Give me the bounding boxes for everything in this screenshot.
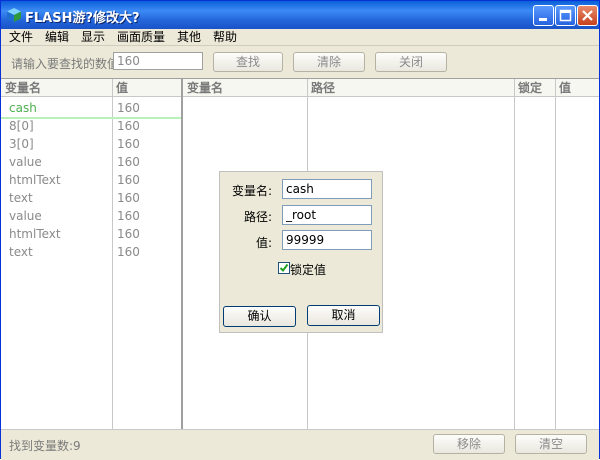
header-value[interactable]: 值 xyxy=(112,79,181,97)
row-value: 160 xyxy=(117,119,140,133)
row-value: 160 xyxy=(117,101,140,115)
cancel-button[interactable]: 取消 xyxy=(307,305,380,326)
row-name: htmlText xyxy=(9,227,61,241)
search-input[interactable] xyxy=(113,52,203,70)
clear-search-button[interactable]: 清除 xyxy=(293,52,365,72)
row-name: cash xyxy=(9,101,37,115)
search-label: 请输入要查找的数值 xyxy=(11,57,120,71)
main-window: FLASH游?修改大? 文件 编辑 显示 画面质量 其他 帮助 请输入要查找的数… xyxy=(0,0,600,460)
path-label: 路径: xyxy=(243,210,272,224)
column-divider xyxy=(514,79,515,429)
menu-file[interactable]: 文件 xyxy=(9,29,33,45)
table-row[interactable]: cash 160 xyxy=(1,99,181,119)
header-lock[interactable]: 锁定 xyxy=(514,79,555,97)
minimize-button[interactable] xyxy=(533,5,554,26)
title-bar[interactable]: FLASH游?修改大? xyxy=(1,1,599,29)
find-button[interactable]: 查找 xyxy=(213,52,283,72)
table-row[interactable]: htmlText 160 xyxy=(1,171,181,189)
close-icon xyxy=(582,10,593,21)
value-label: 值: xyxy=(255,236,272,250)
table-row[interactable]: htmlText 160 xyxy=(1,225,181,243)
table-row[interactable]: 3[0] 160 xyxy=(1,135,181,153)
lock-checkbox-label[interactable]: 锁定值 xyxy=(290,261,326,278)
row-value: 160 xyxy=(117,209,140,223)
table-row[interactable]: text 160 xyxy=(1,243,181,261)
lock-value-dialog: 变量名: 路径: 值: 锁定值 确认 取消 xyxy=(219,171,383,333)
found-count-text: 找到变量数:9 xyxy=(9,439,81,453)
header-locked-var-name[interactable]: 变量名 xyxy=(183,79,307,97)
table-row[interactable]: 8[0] 160 xyxy=(1,117,181,135)
row-name: 8[0] xyxy=(9,119,34,133)
close-search-button[interactable]: 关闭 xyxy=(375,52,447,72)
table-row[interactable]: text 160 xyxy=(1,189,181,207)
menu-help[interactable]: 帮助 xyxy=(213,29,237,45)
row-value: 160 xyxy=(117,137,140,151)
lock-checkbox[interactable] xyxy=(278,262,290,274)
path-field[interactable] xyxy=(282,205,372,225)
menu-edit[interactable]: 编辑 xyxy=(45,29,69,45)
status-bar: 找到变量数:9 移除 清空 xyxy=(1,429,599,460)
row-name: value xyxy=(9,155,42,169)
menu-quality[interactable]: 画面质量 xyxy=(117,29,165,45)
row-value: 160 xyxy=(117,155,140,169)
window-title: FLASH游?修改大? xyxy=(25,11,140,26)
menu-view[interactable]: 显示 xyxy=(81,29,105,45)
row-name: 3[0] xyxy=(9,137,34,151)
row-value: 160 xyxy=(117,173,140,187)
pane-divider[interactable] xyxy=(181,79,183,429)
value-field[interactable] xyxy=(282,230,372,250)
row-name: htmlText xyxy=(9,173,61,187)
name-label: 变量名: xyxy=(231,184,272,198)
menu-bar: 文件 编辑 显示 画面质量 其他 帮助 xyxy=(1,29,599,45)
row-name: text xyxy=(9,191,33,205)
header-path[interactable]: 路径 xyxy=(307,79,514,97)
header-var-name[interactable]: 变量名 xyxy=(1,79,112,97)
row-value: 160 xyxy=(117,191,140,205)
app-cube-icon xyxy=(7,8,21,22)
table-row[interactable]: value 160 xyxy=(1,153,181,171)
column-divider xyxy=(555,79,556,429)
ok-button[interactable]: 确认 xyxy=(223,306,296,327)
maximize-button[interactable] xyxy=(555,5,576,26)
row-value: 160 xyxy=(117,227,140,241)
minimize-icon xyxy=(539,18,547,21)
remove-button[interactable]: 移除 xyxy=(433,434,505,454)
checkmark-icon xyxy=(279,263,289,273)
maximize-icon xyxy=(559,9,572,22)
close-window-button[interactable] xyxy=(577,5,598,26)
name-field[interactable] xyxy=(282,179,372,199)
row-name: value xyxy=(9,209,42,223)
menu-other[interactable]: 其他 xyxy=(177,29,201,45)
row-value: 160 xyxy=(117,245,140,259)
clear-all-button[interactable]: 清空 xyxy=(515,434,587,454)
row-name: text xyxy=(9,245,33,259)
header-locked-value[interactable]: 值 xyxy=(555,79,599,97)
table-row[interactable]: value 160 xyxy=(1,207,181,225)
search-bar: 请输入要查找的数值 查找 清除 关闭 xyxy=(1,45,599,78)
